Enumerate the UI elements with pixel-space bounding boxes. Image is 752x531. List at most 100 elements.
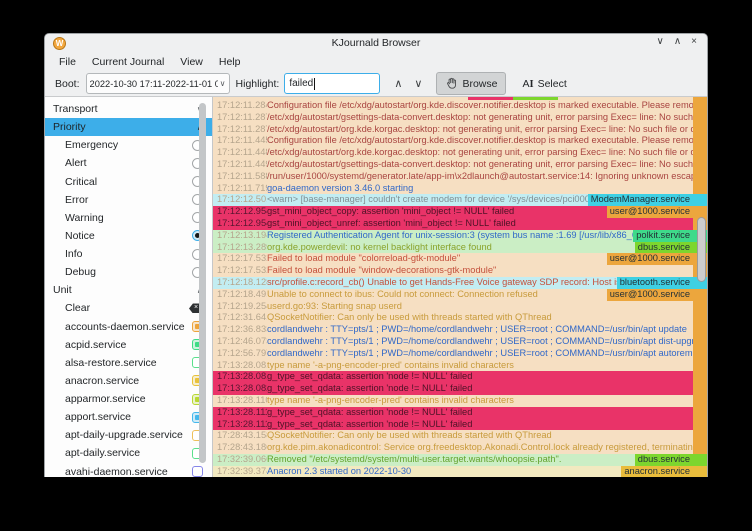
- log-timestamp: 17:12:12.954: [213, 218, 267, 230]
- window-controls: ∨ ∧ ×: [657, 36, 698, 47]
- highlight-input-value: failed: [289, 78, 313, 89]
- kjournald-window: W KJournald Browser ∨∧× FileCurrent Jour…: [44, 33, 708, 477]
- menu-item-help[interactable]: Help: [211, 54, 249, 70]
- chevron-down-icon: ∨: [220, 79, 226, 88]
- highlight-label: Highlight:: [236, 78, 280, 90]
- log-message: Configuration file /etc/xdg/autostart/or…: [267, 135, 693, 147]
- log-entry[interactable]: 17:13:28.111g_type_set_qdata: assertion …: [213, 407, 707, 419]
- unit-filter-acpid-service[interactable]: acpid.service: [45, 336, 212, 354]
- log-timestamp: 17:12:18.491: [213, 289, 267, 301]
- log-entry[interactable]: 17:28:43.186org.kde.pim.akonadicontrol: …: [213, 442, 707, 454]
- log-entry[interactable]: 17:12:36.833cordlandwehr : TTY=pts/1 ; P…: [213, 324, 707, 336]
- unit-color-stripe: [693, 466, 707, 477]
- maximize-button[interactable]: ∧: [674, 36, 681, 47]
- unit-filter-anacron-service[interactable]: anacron.service: [45, 372, 212, 390]
- log-entry[interactable]: 17:12:11.448/etc/xdg/autostart/org.kde.k…: [213, 147, 707, 159]
- boot-combobox[interactable]: 2022-10-30 17:11-2022-11-01 09:51 [de0a4…: [86, 73, 230, 94]
- unit-badge: polkit.service: [633, 230, 693, 242]
- log-scrollbar[interactable]: [697, 217, 706, 282]
- sidebar-label: apt-daily.service: [65, 447, 192, 459]
- sidebar-label: Info: [65, 248, 192, 260]
- priority-option-notice[interactable]: Notice: [45, 227, 212, 245]
- browse-button[interactable]: Browse: [436, 72, 506, 95]
- log-timestamp: 17:13:28.110: [213, 395, 267, 407]
- log-entry[interactable]: 17:12:18.491Unable to connect to ibus: C…: [213, 289, 707, 301]
- menu-item-current-journal[interactable]: Current Journal: [84, 54, 172, 70]
- log-entry[interactable]: 17:32:39.374Anacron 2.3 started on 2022-…: [213, 466, 707, 477]
- log-timestamp: 17:32:39.066: [213, 454, 267, 466]
- log-timestamp: 17:13:28.082: [213, 383, 267, 395]
- log-timestamp: 17:12:11.719: [213, 183, 267, 195]
- log-entry[interactable]: 17:12:17.532Failed to load module "windo…: [213, 265, 707, 277]
- log-entry[interactable]: 17:12:12.954gst_mini_object_unref: asser…: [213, 218, 707, 230]
- find-next-button[interactable]: ∨: [414, 77, 422, 90]
- log-entry[interactable]: 17:13:28.110type name '-a-png-encoder-pr…: [213, 395, 707, 407]
- log-message: cordlandwehr : TTY=pts/1 ; PWD=/home/cor…: [267, 336, 693, 348]
- priority-option-critical[interactable]: Critical: [45, 173, 212, 191]
- sidebar-section-unit[interactable]: Unit∧: [45, 281, 212, 299]
- log-entry[interactable]: 17:32:39.066Removed "/etc/systemd/system…: [213, 454, 707, 466]
- log-entry[interactable]: 17:12:46.073cordlandwehr : TTY=pts/1 ; P…: [213, 336, 707, 348]
- log-message: gst_mini_object_unref: assertion 'mini_o…: [267, 218, 693, 230]
- unit-filter-apparmor-service[interactable]: apparmor.service: [45, 390, 212, 408]
- log-entry[interactable]: 17:12:12.501<warn> [base-manager] couldn…: [213, 194, 707, 206]
- minimize-button[interactable]: ∨: [657, 36, 664, 47]
- titlebar[interactable]: W KJournald Browser ∨∧×: [45, 34, 707, 53]
- log-entry[interactable]: 17:12:12.954gst_mini_object_copy: assert…: [213, 206, 707, 218]
- log-entry[interactable]: 17:12:56.797cordlandwehr : TTY=pts/1 ; P…: [213, 348, 707, 360]
- log-entry[interactable]: 17:12:18.128src/profile.c:record_cb() Un…: [213, 277, 707, 289]
- highlight-input[interactable]: failed: [284, 73, 380, 94]
- log-entry[interactable]: 17:12:11.719goa-daemon version 3.46.0 st…: [213, 183, 707, 195]
- priority-option-debug[interactable]: Debug: [45, 263, 212, 281]
- unit-clear-button[interactable]: Clear×: [45, 299, 212, 317]
- priority-option-error[interactable]: Error: [45, 191, 212, 209]
- log-timestamp: 17:12:13.289: [213, 242, 267, 254]
- log-entry[interactable]: 17:12:17.532Failed to load module "color…: [213, 253, 707, 265]
- priority-option-info[interactable]: Info: [45, 245, 212, 263]
- log-entry[interactable]: 17:13:28.111g_type_set_qdata: assertion …: [213, 419, 707, 431]
- priority-option-emergency[interactable]: Emergency: [45, 136, 212, 154]
- log-entry[interactable]: 17:12:31.641QSocketNotifier: Can only be…: [213, 312, 707, 324]
- unit-filter-alsa-restore-service[interactable]: alsa-restore.service: [45, 354, 212, 372]
- log-entry[interactable]: 17:12:11.284Configuration file /etc/xdg/…: [213, 100, 707, 112]
- find-previous-button[interactable]: ∧: [394, 77, 402, 90]
- log-timestamp: 17:13:28.081: [213, 360, 267, 372]
- unit-filter-apt-daily-service[interactable]: apt-daily.service: [45, 444, 212, 462]
- main-content: Transport∨Priority∧EmergencyAlert Critica…: [45, 97, 707, 477]
- unit-filter-accounts-daemon-service[interactable]: accounts-daemon.service: [45, 318, 212, 336]
- sidebar-label: Critical: [65, 176, 192, 188]
- menu-item-file[interactable]: File: [51, 54, 84, 70]
- log-entry[interactable]: 17:12:13.194Registered Authentication Ag…: [213, 230, 707, 242]
- priority-option-warning[interactable]: Warning: [45, 209, 212, 227]
- unit-filter-avahi-daemon-service[interactable]: avahi-daemon.service: [45, 463, 212, 478]
- sidebar-label: apt-daily-upgrade.service: [65, 429, 192, 441]
- close-button[interactable]: ×: [691, 36, 697, 47]
- unit-checkbox[interactable]: [192, 466, 203, 477]
- select-button[interactable]: AI Select: [514, 72, 574, 95]
- unit-filter-apt-daily-upgrade-service[interactable]: apt-daily-upgrade.service: [45, 426, 212, 444]
- log-entry[interactable]: 17:13:28.081type name '-a-png-encoder-pr…: [213, 360, 707, 372]
- priority-option-alert[interactable]: Alert: [45, 154, 212, 172]
- log-entry[interactable]: 17:13:28.081g_type_set_qdata: assertion …: [213, 371, 707, 383]
- log-entry[interactable]: 17:12:11.588/run/user/1000/systemd/gener…: [213, 171, 707, 183]
- sidebar-scrollbar[interactable]: [199, 103, 206, 463]
- log-entry[interactable]: 17:28:43.158QSocketNotifier: Can only be…: [213, 430, 707, 442]
- log-entry[interactable]: 17:12:11.287/etc/xdg/autostart/org.kde.k…: [213, 124, 707, 136]
- sidebar-section-priority[interactable]: Priority∧: [45, 118, 212, 136]
- log-message: g_type_set_qdata: assertion 'node != NUL…: [267, 407, 693, 419]
- partial-fragment: [513, 97, 558, 100]
- boot-label: Boot:: [55, 78, 80, 90]
- log-entry[interactable]: 17:12:11.445Configuration file /etc/xdg/…: [213, 135, 707, 147]
- unit-color-stripe: [693, 430, 707, 442]
- sidebar-label: Warning: [65, 212, 192, 224]
- log-entry[interactable]: 17:12:11.449/etc/xdg/autostart/gsettings…: [213, 159, 707, 171]
- sidebar-label: Transport: [53, 103, 197, 115]
- log-entry[interactable]: 17:12:11.287/etc/xdg/autostart/gsettings…: [213, 112, 707, 124]
- unit-color-stripe: [693, 112, 707, 124]
- unit-filter-apport-service[interactable]: apport.service: [45, 408, 212, 426]
- log-entry[interactable]: 17:12:13.289org.kde.powerdevil: no kerne…: [213, 242, 707, 254]
- menu-item-view[interactable]: View: [172, 54, 211, 70]
- log-entry[interactable]: 17:13:28.082g_type_set_qdata: assertion …: [213, 383, 707, 395]
- sidebar-section-transport[interactable]: Transport∨: [45, 100, 212, 118]
- log-entry[interactable]: 17:12:19.254userd.go:93: Starting snap u…: [213, 301, 707, 313]
